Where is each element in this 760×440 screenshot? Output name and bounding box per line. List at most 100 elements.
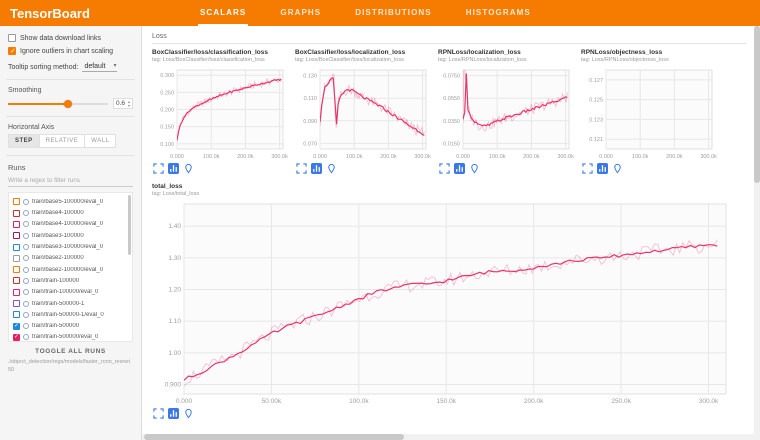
horizontal-axis-toggle: STEPRELATIVEWALL <box>8 134 133 148</box>
run-row[interactable]: train/train-500000-1 <box>13 298 128 309</box>
svg-text:0.100: 0.100 <box>160 142 174 148</box>
run-row[interactable]: train/base3-100000/eval_0 <box>13 241 128 252</box>
run-isolator-icon[interactable] <box>23 233 29 239</box>
tab-histograms[interactable]: HISTOGRAMS <box>464 0 533 26</box>
run-label: train/base3-100000/eval_0 <box>32 244 103 250</box>
run-checkbox[interactable] <box>13 277 20 284</box>
smoothing-value-box[interactable]: 0.6 ▴▾ <box>113 98 133 109</box>
run-row[interactable]: train/base4-100000 <box>13 207 128 218</box>
run-checkbox[interactable] <box>13 266 20 273</box>
run-isolator-icon[interactable] <box>23 334 29 340</box>
svg-text:100.0k: 100.0k <box>349 398 369 405</box>
bar-chart-icon[interactable] <box>311 163 322 174</box>
show-download-links-checkbox[interactable] <box>8 34 16 42</box>
horizontal-scrollbar[interactable] <box>142 434 760 440</box>
expand-icon[interactable] <box>296 163 307 174</box>
horizontal-scrollbar-thumb[interactable] <box>144 434 404 440</box>
pin-icon[interactable] <box>469 163 480 174</box>
run-isolator-icon[interactable] <box>23 255 29 261</box>
run-isolator-icon[interactable] <box>23 199 29 205</box>
pin-icon[interactable] <box>183 163 194 174</box>
run-isolator-icon[interactable] <box>23 244 29 250</box>
run-isolator-icon[interactable] <box>23 278 29 284</box>
run-checkbox[interactable] <box>13 289 20 296</box>
svg-text:1.40: 1.40 <box>168 223 181 230</box>
run-row[interactable]: train/train-500000-1/eval_0 <box>13 309 128 320</box>
chart-title: BoxClassifier/loss/classification_loss <box>152 49 289 56</box>
chart-plot[interactable]: 0.1300.1100.0900.0700.000100.0k200.0k300… <box>295 65 432 162</box>
bar-chart-icon[interactable] <box>168 163 179 174</box>
run-row[interactable]: train/train-100000/eval_0 <box>13 287 128 298</box>
run-checkbox[interactable] <box>13 311 20 318</box>
run-checkbox[interactable] <box>13 232 20 239</box>
svg-text:0.000: 0.000 <box>176 398 193 405</box>
expand-icon[interactable] <box>153 408 164 419</box>
vertical-scrollbar-thumb[interactable] <box>754 26 760 183</box>
chart-plot[interactable]: 0.07500.05500.03500.01500.000100.0k200.0… <box>438 65 575 162</box>
run-label: train/train-500000/eval_0 <box>32 334 98 340</box>
run-checkbox[interactable] <box>13 323 20 330</box>
ignore-outliers-checkbox[interactable] <box>8 47 16 55</box>
chart-plot[interactable]: 1.401.301.201.101.000.9000.00050.00k100.… <box>152 199 732 407</box>
tooltip-sort-select[interactable]: default ▾ <box>82 62 117 72</box>
svg-text:200.0k: 200.0k <box>380 154 397 160</box>
run-row[interactable]: train/base5-100000/eval_0 <box>13 196 128 207</box>
run-checkbox[interactable] <box>13 300 20 307</box>
tab-scalars[interactable]: SCALARS <box>198 0 248 26</box>
toggle-all-runs-button[interactable]: TOGGLE ALL RUNS <box>8 342 133 359</box>
axis-option-relative[interactable]: RELATIVE <box>40 134 86 148</box>
run-isolator-icon[interactable] <box>23 301 29 307</box>
chart-plot[interactable]: 0.1270.1250.1230.1210.000100.0k200.0k300… <box>581 65 718 162</box>
expand-icon[interactable] <box>582 163 593 174</box>
bar-chart-icon[interactable] <box>597 163 608 174</box>
run-isolator-icon[interactable] <box>23 312 29 318</box>
run-row[interactable]: train/base4-100000/eval_0 <box>13 219 128 230</box>
pin-icon[interactable] <box>183 408 194 419</box>
tab-graphs[interactable]: GRAPHS <box>278 0 323 26</box>
expand-icon[interactable] <box>439 163 450 174</box>
show-download-links-label: Show data download links <box>20 35 101 42</box>
svg-text:200.0k: 200.0k <box>523 154 540 160</box>
run-isolator-icon[interactable] <box>23 323 29 329</box>
section-header[interactable]: Loss <box>152 32 746 44</box>
run-isolator-icon[interactable] <box>23 267 29 273</box>
svg-text:100.0k: 100.0k <box>489 154 506 160</box>
run-row[interactable]: train/base3-100000 <box>13 230 128 241</box>
chart-plot[interactable]: 0.3000.2500.2000.1500.1000.000100.0k200.… <box>152 65 289 162</box>
run-isolator-icon[interactable] <box>23 210 29 216</box>
run-label: train/base5-100000/eval_0 <box>32 199 103 205</box>
show-download-links-row[interactable]: Show data download links <box>8 34 133 42</box>
run-row[interactable]: train/base2-100000/eval_0 <box>13 264 128 275</box>
vertical-scrollbar[interactable] <box>754 26 760 440</box>
axis-option-step[interactable]: STEP <box>8 134 40 148</box>
run-row[interactable]: train/train-100000 <box>13 275 128 286</box>
run-isolator-icon[interactable] <box>23 289 29 295</box>
stepper-icon[interactable]: ▴▾ <box>128 100 130 107</box>
smoothing-slider[interactable] <box>8 99 108 109</box>
bar-chart-icon[interactable] <box>168 408 179 419</box>
expand-icon[interactable] <box>153 163 164 174</box>
run-checkbox[interactable] <box>13 210 20 217</box>
run-row[interactable]: train/base2-100000 <box>13 253 128 264</box>
slider-knob[interactable] <box>64 100 72 108</box>
axis-option-wall[interactable]: WALL <box>85 134 116 148</box>
run-checkbox[interactable] <box>13 244 20 251</box>
chart-card: BoxClassifier/loss/localization_losstag:… <box>295 49 432 174</box>
run-checkbox[interactable] <box>13 198 20 205</box>
bar-chart-icon[interactable] <box>454 163 465 174</box>
run-row[interactable]: train/train-500000 <box>13 320 128 331</box>
pin-icon[interactable] <box>612 163 623 174</box>
tab-distributions[interactable]: DISTRIBUTIONS <box>353 0 434 26</box>
chart-toolbar <box>296 163 432 174</box>
run-row[interactable]: train/train-500000/eval_0 <box>13 332 128 342</box>
run-list-scrollbar[interactable] <box>128 195 131 255</box>
run-isolator-icon[interactable] <box>23 221 29 227</box>
run-filter-input[interactable] <box>8 174 133 187</box>
run-checkbox[interactable] <box>13 334 20 341</box>
chart-card: RPNLoss/localization_losstag: Loss/RPNLo… <box>438 49 575 174</box>
pin-icon[interactable] <box>326 163 337 174</box>
run-checkbox[interactable] <box>13 221 20 228</box>
ignore-outliers-row[interactable]: Ignore outliers in chart scaling <box>8 47 133 55</box>
run-checkbox[interactable] <box>13 255 20 262</box>
run-list[interactable]: train/base5-100000/eval_0 train/base4-100… <box>8 192 133 342</box>
